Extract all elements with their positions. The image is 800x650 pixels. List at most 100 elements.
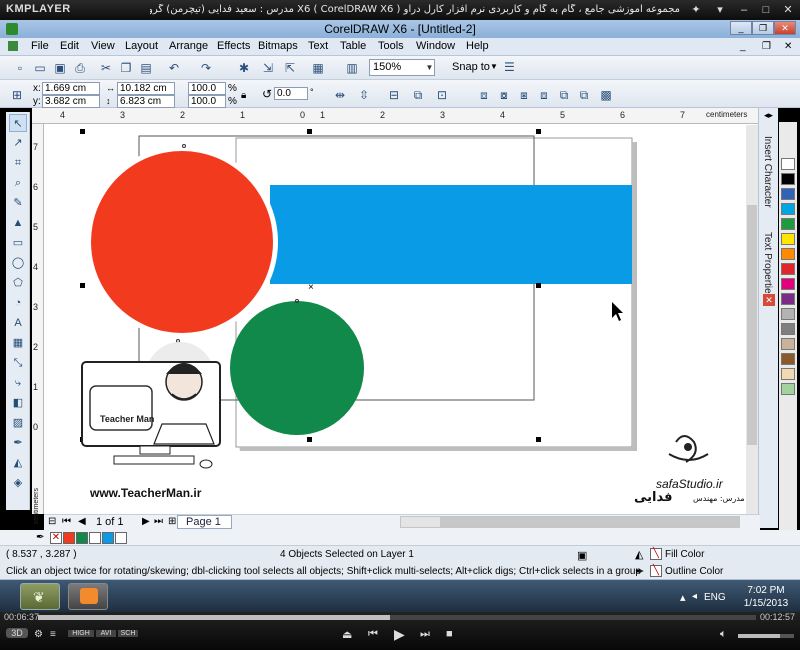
menu-arrange[interactable]: Arrange [169,40,208,52]
y-position-field[interactable]: 3.682 cm [42,95,100,108]
window-close-button[interactable]: ✕ [774,21,796,35]
clock-time[interactable]: 7:02 PM [738,585,794,596]
next-page-icon[interactable]: ▶ [142,516,150,527]
snap-to-dropdown[interactable]: Snap to [452,61,490,73]
mirror-vertical-icon[interactable]: ⇳ [356,87,372,103]
pick-tool-icon[interactable]: ↖ [9,114,27,132]
palette-swatch[interactable] [781,383,795,395]
doc-close-icon[interactable]: ✕ [784,41,792,52]
horizontal-ruler[interactable]: 4 3 2 1 0 1 2 3 4 5 6 7 [32,108,760,124]
group-icon[interactable]: ⊡ [434,87,450,103]
fill-none-swatch[interactable]: ╲ [650,548,662,560]
palette-swatch[interactable] [781,308,795,320]
ellipse-tool-icon[interactable]: ◯ [9,254,27,272]
docker-tab-text-properties[interactable]: Text Properties [762,232,773,299]
vertical-scroll-thumb[interactable] [747,205,757,445]
settings-icon[interactable]: ⚙ [34,629,43,640]
crop-tool-icon[interactable]: ⌗ [9,154,27,172]
print-icon[interactable]: ⎙ [72,60,88,76]
lock-ratio-icon[interactable]: 🔒︎ [241,90,246,101]
speaker-icon[interactable]: 🔈︎ [720,628,727,641]
pin-icon[interactable]: ✦ [688,2,704,18]
outline-none-swatch[interactable]: ╲ [650,565,662,577]
import-icon[interactable]: ⇲ [260,60,276,76]
copy-icon[interactable]: ❐ [118,60,134,76]
clock-date[interactable]: 1/15/2013 [738,598,794,609]
mirror-horizontal-icon[interactable]: ⇹ [332,87,348,103]
palette-swatch[interactable] [781,188,795,200]
badge-high[interactable]: HIGH [68,630,94,637]
no-color-swatch[interactable]: ✕ [50,532,62,544]
menu-edit[interactable]: Edit [60,40,79,52]
equalizer-icon[interactable]: ≡ [50,629,56,640]
redo-icon[interactable]: ↷ [198,60,214,76]
badge-avi[interactable]: AVI [96,630,116,637]
freehand-tool-icon[interactable]: ✎ [9,194,27,212]
doc-swatch-red[interactable] [63,532,75,544]
tray-arrow-icon[interactable]: ▴ [680,591,686,604]
last-page-icon[interactable]: ⏭ [154,516,163,527]
play-icon[interactable]: ▶ [394,626,405,643]
text-tool-icon[interactable]: A [9,314,27,332]
close-docker-icon[interactable]: ✕ [763,294,775,306]
prev-page-icon[interactable]: ◀ [78,516,86,527]
align-icon[interactable]: ⊟ [386,87,402,103]
page-tab[interactable]: Page 1 [177,515,232,529]
eyedropper-icon[interactable]: ✒ [36,532,44,543]
table-tool-icon[interactable]: ▦ [9,334,27,352]
menu-icon[interactable]: ▾ [712,2,728,18]
cut-icon[interactable]: ✂ [98,60,114,76]
taskbar-kmplayer[interactable] [68,583,108,610]
polygon-tool-icon[interactable]: ⬠ [9,274,27,292]
doc-swatch-white[interactable] [89,532,101,544]
menu-window[interactable]: Window [416,40,455,52]
shape-tool-icon[interactable]: ↗ [9,134,27,152]
palette-swatch[interactable] [781,158,795,170]
export-icon[interactable]: ⇱ [282,60,298,76]
basic-shapes-icon[interactable]: ◔ [9,294,27,312]
palette-swatch[interactable] [781,323,795,335]
menu-help[interactable]: Help [466,40,489,52]
combine-icon[interactable]: ⧉ [410,87,426,103]
rewind-icon[interactable]: ⏮ [368,628,378,641]
minimize-icon[interactable]: – [736,2,752,18]
palette-swatch[interactable] [781,338,795,350]
palette-swatch[interactable] [781,368,795,380]
palette-swatch[interactable] [781,173,795,185]
dimension-tool-icon[interactable]: ⤡ [9,354,27,372]
back-minus-front-icon[interactable]: ⧉ [576,87,592,103]
weld-icon[interactable]: ⧈ [476,87,492,103]
menu-file[interactable]: File [31,40,49,52]
boundary-icon[interactable]: ▩ [598,87,614,103]
search-content-icon[interactable]: ✱ [236,60,252,76]
open-icon[interactable]: ▭ [32,60,48,76]
undo-icon[interactable]: ↶ [166,60,182,76]
volume-icon[interactable]: ◂ [692,591,697,602]
save-icon[interactable]: ▣ [52,60,68,76]
paste-icon[interactable]: ▤ [138,60,154,76]
intersect-icon[interactable]: ⧆ [516,87,532,103]
eyedropper-tool-icon[interactable]: ✒ [9,434,27,452]
vertical-ruler[interactable]: 7 6 5 4 3 2 1 0 [32,124,44,514]
menu-tools[interactable]: Tools [378,40,404,52]
doc-minimize-icon[interactable]: _ [740,41,746,52]
connector-tool-icon[interactable]: ⤷ [9,374,27,392]
palette-swatch[interactable] [781,203,795,215]
palette-swatch[interactable] [781,293,795,305]
color-proofing-icon[interactable]: ▣ [577,549,587,562]
transparency-tool-icon[interactable]: ▨ [9,414,27,432]
stop-icon[interactable]: ■ [446,628,453,640]
menu-table[interactable]: Table [340,40,366,52]
rectangle-tool-icon[interactable]: ▭ [9,234,27,252]
publish-pdf-icon[interactable]: ▦ [310,60,326,76]
maximize-icon[interactable]: □ [758,2,774,18]
zoom-tool-icon[interactable]: ⌕ [9,174,27,192]
smart-fill-icon[interactable]: ▲ [9,214,27,232]
docker-arrow-icon[interactable]: ◂▸ [764,110,773,121]
palette-swatch[interactable] [781,233,795,245]
scale-y-field[interactable]: 100.0 [188,95,226,108]
window-minimize-button[interactable]: _ [730,21,752,35]
language-indicator[interactable]: ENG [704,592,726,603]
menu-layout[interactable]: Layout [125,40,158,52]
palette-swatch[interactable] [781,278,795,290]
